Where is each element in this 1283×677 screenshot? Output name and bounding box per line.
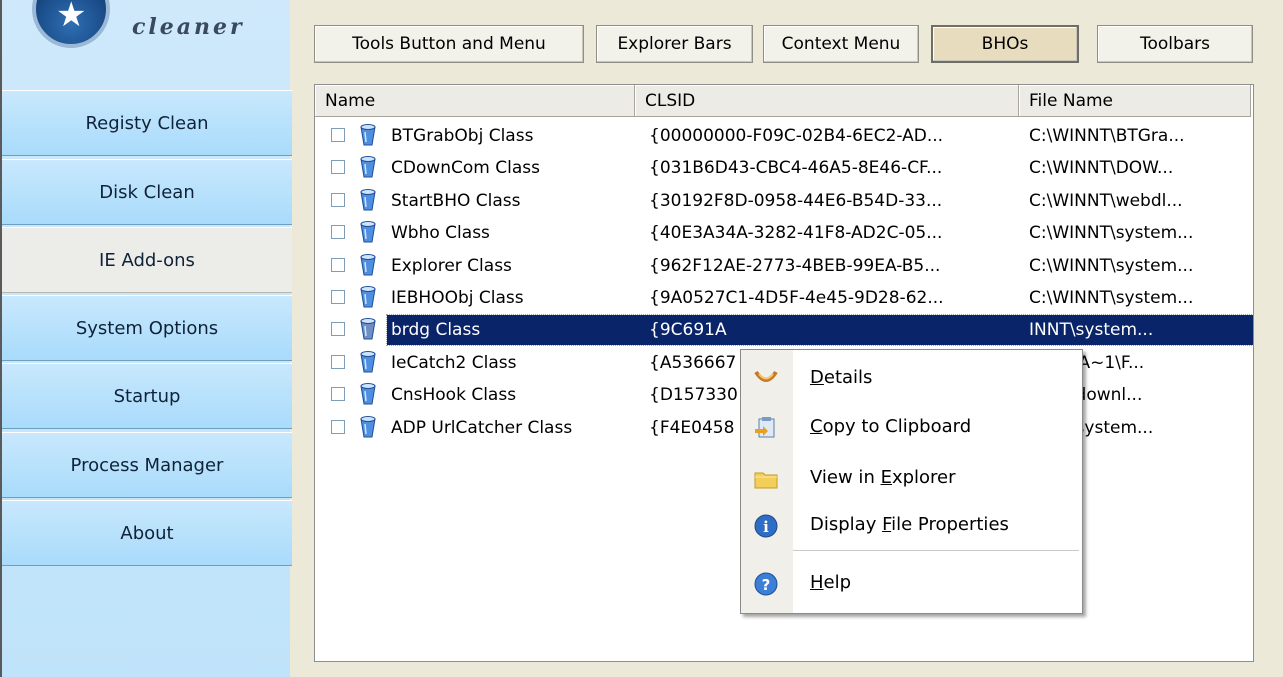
- addon-type-tabs: Tools Button and Menu Explorer Bars Cont…: [290, 0, 1283, 80]
- cell-clsid: {30192F8D-0958-44E6-B54D-33...: [649, 190, 943, 211]
- cell-clsid: {962F12AE-2773-4BEB-99EA-B5...: [649, 255, 941, 276]
- sidebar-item-process-manager[interactable]: Process Manager: [2, 432, 292, 498]
- menu-item-view-in-explorer[interactable]: View in Explorer: [741, 458, 1082, 498]
- menu-item-label: Copy to Clipboard: [810, 416, 972, 437]
- sidebar-item-startup[interactable]: Startup: [2, 363, 292, 429]
- bho-component-icon: [360, 286, 376, 308]
- bho-component-icon: [360, 156, 376, 178]
- logo-text: cleaner: [132, 14, 245, 40]
- tab-toolbars[interactable]: Toolbars: [1097, 25, 1253, 63]
- cell-name: ADP UrlCatcher Class: [391, 417, 573, 438]
- cell-name: CDownCom Class: [391, 158, 540, 179]
- cell-file-name: C:\WINNT\system...: [1029, 255, 1194, 276]
- cell-name: Explorer Class: [391, 255, 512, 276]
- row-checkbox[interactable]: [331, 419, 345, 434]
- table-row[interactable]: IEBHOObj Class {9A0527C1-4D5F-4e45-9D28-6…: [315, 282, 1253, 314]
- menu-item-label: Details: [810, 367, 873, 388]
- bho-component-icon: [360, 318, 376, 340]
- bho-component-icon: [360, 188, 376, 211]
- cell-name: Wbho Class: [391, 223, 490, 244]
- menu-item-details[interactable]: Details: [741, 358, 1082, 398]
- cell-name: StartBHO Class: [391, 190, 521, 211]
- cell-clsid: {031B6D43-CBC4-46A5-8E46-CF...: [649, 158, 943, 179]
- menu-separator: [793, 550, 1079, 551]
- cell-name: IeCatch2 Class: [391, 352, 517, 373]
- table-row[interactable]: brdg Class {9C691A INNT\system...: [315, 314, 1253, 347]
- menu-item-label: View in Explorer: [810, 467, 956, 488]
- cell-clsid: {40E3A34A-3282-41F8-AD2C-05...: [649, 223, 943, 244]
- sidebar-item-disk-clean[interactable]: Disk Clean: [2, 159, 292, 225]
- row-checkbox[interactable]: [331, 160, 345, 175]
- tab-explorer-bars[interactable]: Explorer Bars: [596, 25, 753, 63]
- menu-item-help[interactable]: ? Help: [741, 563, 1082, 603]
- bho-component-icon: [360, 221, 376, 243]
- row-checkbox[interactable]: [331, 322, 345, 337]
- cell-clsid: {A536667: [649, 352, 737, 373]
- table-row[interactable]: Explorer Class {962F12AE-2773-4BEB-99EA-B…: [315, 250, 1253, 282]
- help-icon: ?: [754, 572, 778, 596]
- menu-item-copy-to-clipboard[interactable]: Copy to Clipboard: [741, 407, 1082, 447]
- context-menu: Details Copy to Clipboard View in Explor…: [740, 349, 1083, 614]
- sidebar-item-about[interactable]: About: [2, 500, 292, 566]
- cell-file-name: C:\WINNT\system...: [1029, 223, 1194, 244]
- info-icon: i: [754, 514, 778, 538]
- row-checkbox[interactable]: [331, 290, 345, 304]
- row-checkbox[interactable]: [331, 128, 345, 142]
- column-header-clsid[interactable]: CLSID: [635, 85, 1019, 117]
- menu-item-label: Display File Properties: [810, 514, 1009, 535]
- table-row[interactable]: CDownCom Class {031B6D43-CBC4-46A5-8E46-C…: [315, 152, 1253, 184]
- details-icon: [754, 370, 778, 382]
- cell-file-name: C:\WINNT\BTGra...: [1029, 126, 1185, 146]
- bho-component-icon: [360, 253, 376, 276]
- bho-component-icon: [360, 124, 376, 146]
- table-row[interactable]: BTGrabObj Class {00000000-F09C-02B4-6EC2-…: [315, 120, 1253, 152]
- menu-item-label: Help: [810, 572, 852, 593]
- row-checkbox[interactable]: [331, 257, 345, 272]
- cell-file-name: C:\WINNT\webdl...: [1029, 190, 1183, 211]
- sidebar-item-system-options[interactable]: System Options: [2, 295, 292, 361]
- cell-name: CnsHook Class: [391, 385, 517, 406]
- sidebar-item-ie-addons[interactable]: IE Add-ons: [2, 227, 292, 293]
- cell-name: IEBHOObj Class: [391, 288, 524, 308]
- table-row[interactable]: Wbho Class {40E3A34A-3282-41F8-AD2C-05...…: [315, 217, 1253, 249]
- cell-name: brdg Class: [391, 320, 481, 341]
- sidebar-item-registry-clean[interactable]: Registy Clean: [2, 90, 292, 156]
- cell-clsid: {00000000-F09C-02B4-6EC2-AD...: [649, 126, 944, 146]
- tab-bhos[interactable]: BHOs: [931, 25, 1079, 63]
- svg-text:?: ?: [762, 576, 771, 594]
- bho-component-icon: [360, 383, 376, 405]
- cell-file-name: INNT\system...: [1029, 320, 1154, 341]
- sidebar: ★ cleaner Registy Clean Disk Clean IE Ad…: [0, 0, 292, 677]
- tab-tools-button-and-menu[interactable]: Tools Button and Menu: [314, 25, 584, 63]
- row-checkbox[interactable]: [331, 225, 345, 240]
- svg-text:i: i: [763, 518, 769, 536]
- row-checkbox[interactable]: [331, 192, 345, 207]
- app-logo: ★ cleaner: [2, 0, 292, 88]
- cell-clsid: {9C691A: [649, 320, 727, 341]
- bho-component-icon: [360, 415, 376, 438]
- row-checkbox[interactable]: [331, 354, 345, 369]
- cell-clsid: {F4E0458: [649, 417, 735, 438]
- cell-clsid: {9A0527C1-4D5F-4e45-9D28-62...: [649, 288, 944, 308]
- clipboard-icon: [755, 417, 775, 438]
- cell-file-name: C:\WINNT\DOW...: [1029, 158, 1174, 179]
- cell-name: BTGrabObj Class: [391, 126, 534, 146]
- folder-icon: [754, 472, 778, 489]
- list-header: Name CLSID File Name: [315, 85, 1253, 118]
- tab-context-menu[interactable]: Context Menu: [763, 25, 919, 63]
- table-row[interactable]: StartBHO Class {30192F8D-0958-44E6-B54D-3…: [315, 185, 1253, 217]
- bho-component-icon: [360, 350, 376, 373]
- menu-item-display-file-properties[interactable]: i Display File Properties: [741, 505, 1082, 545]
- column-header-name[interactable]: Name: [315, 85, 635, 117]
- logo-star-icon: ★: [32, 0, 110, 48]
- cell-file-name: C:\WINNT\system...: [1029, 288, 1194, 308]
- row-checkbox[interactable]: [331, 387, 345, 402]
- cell-clsid: {D157330: [649, 385, 738, 406]
- column-header-file-name[interactable]: File Name: [1019, 85, 1251, 117]
